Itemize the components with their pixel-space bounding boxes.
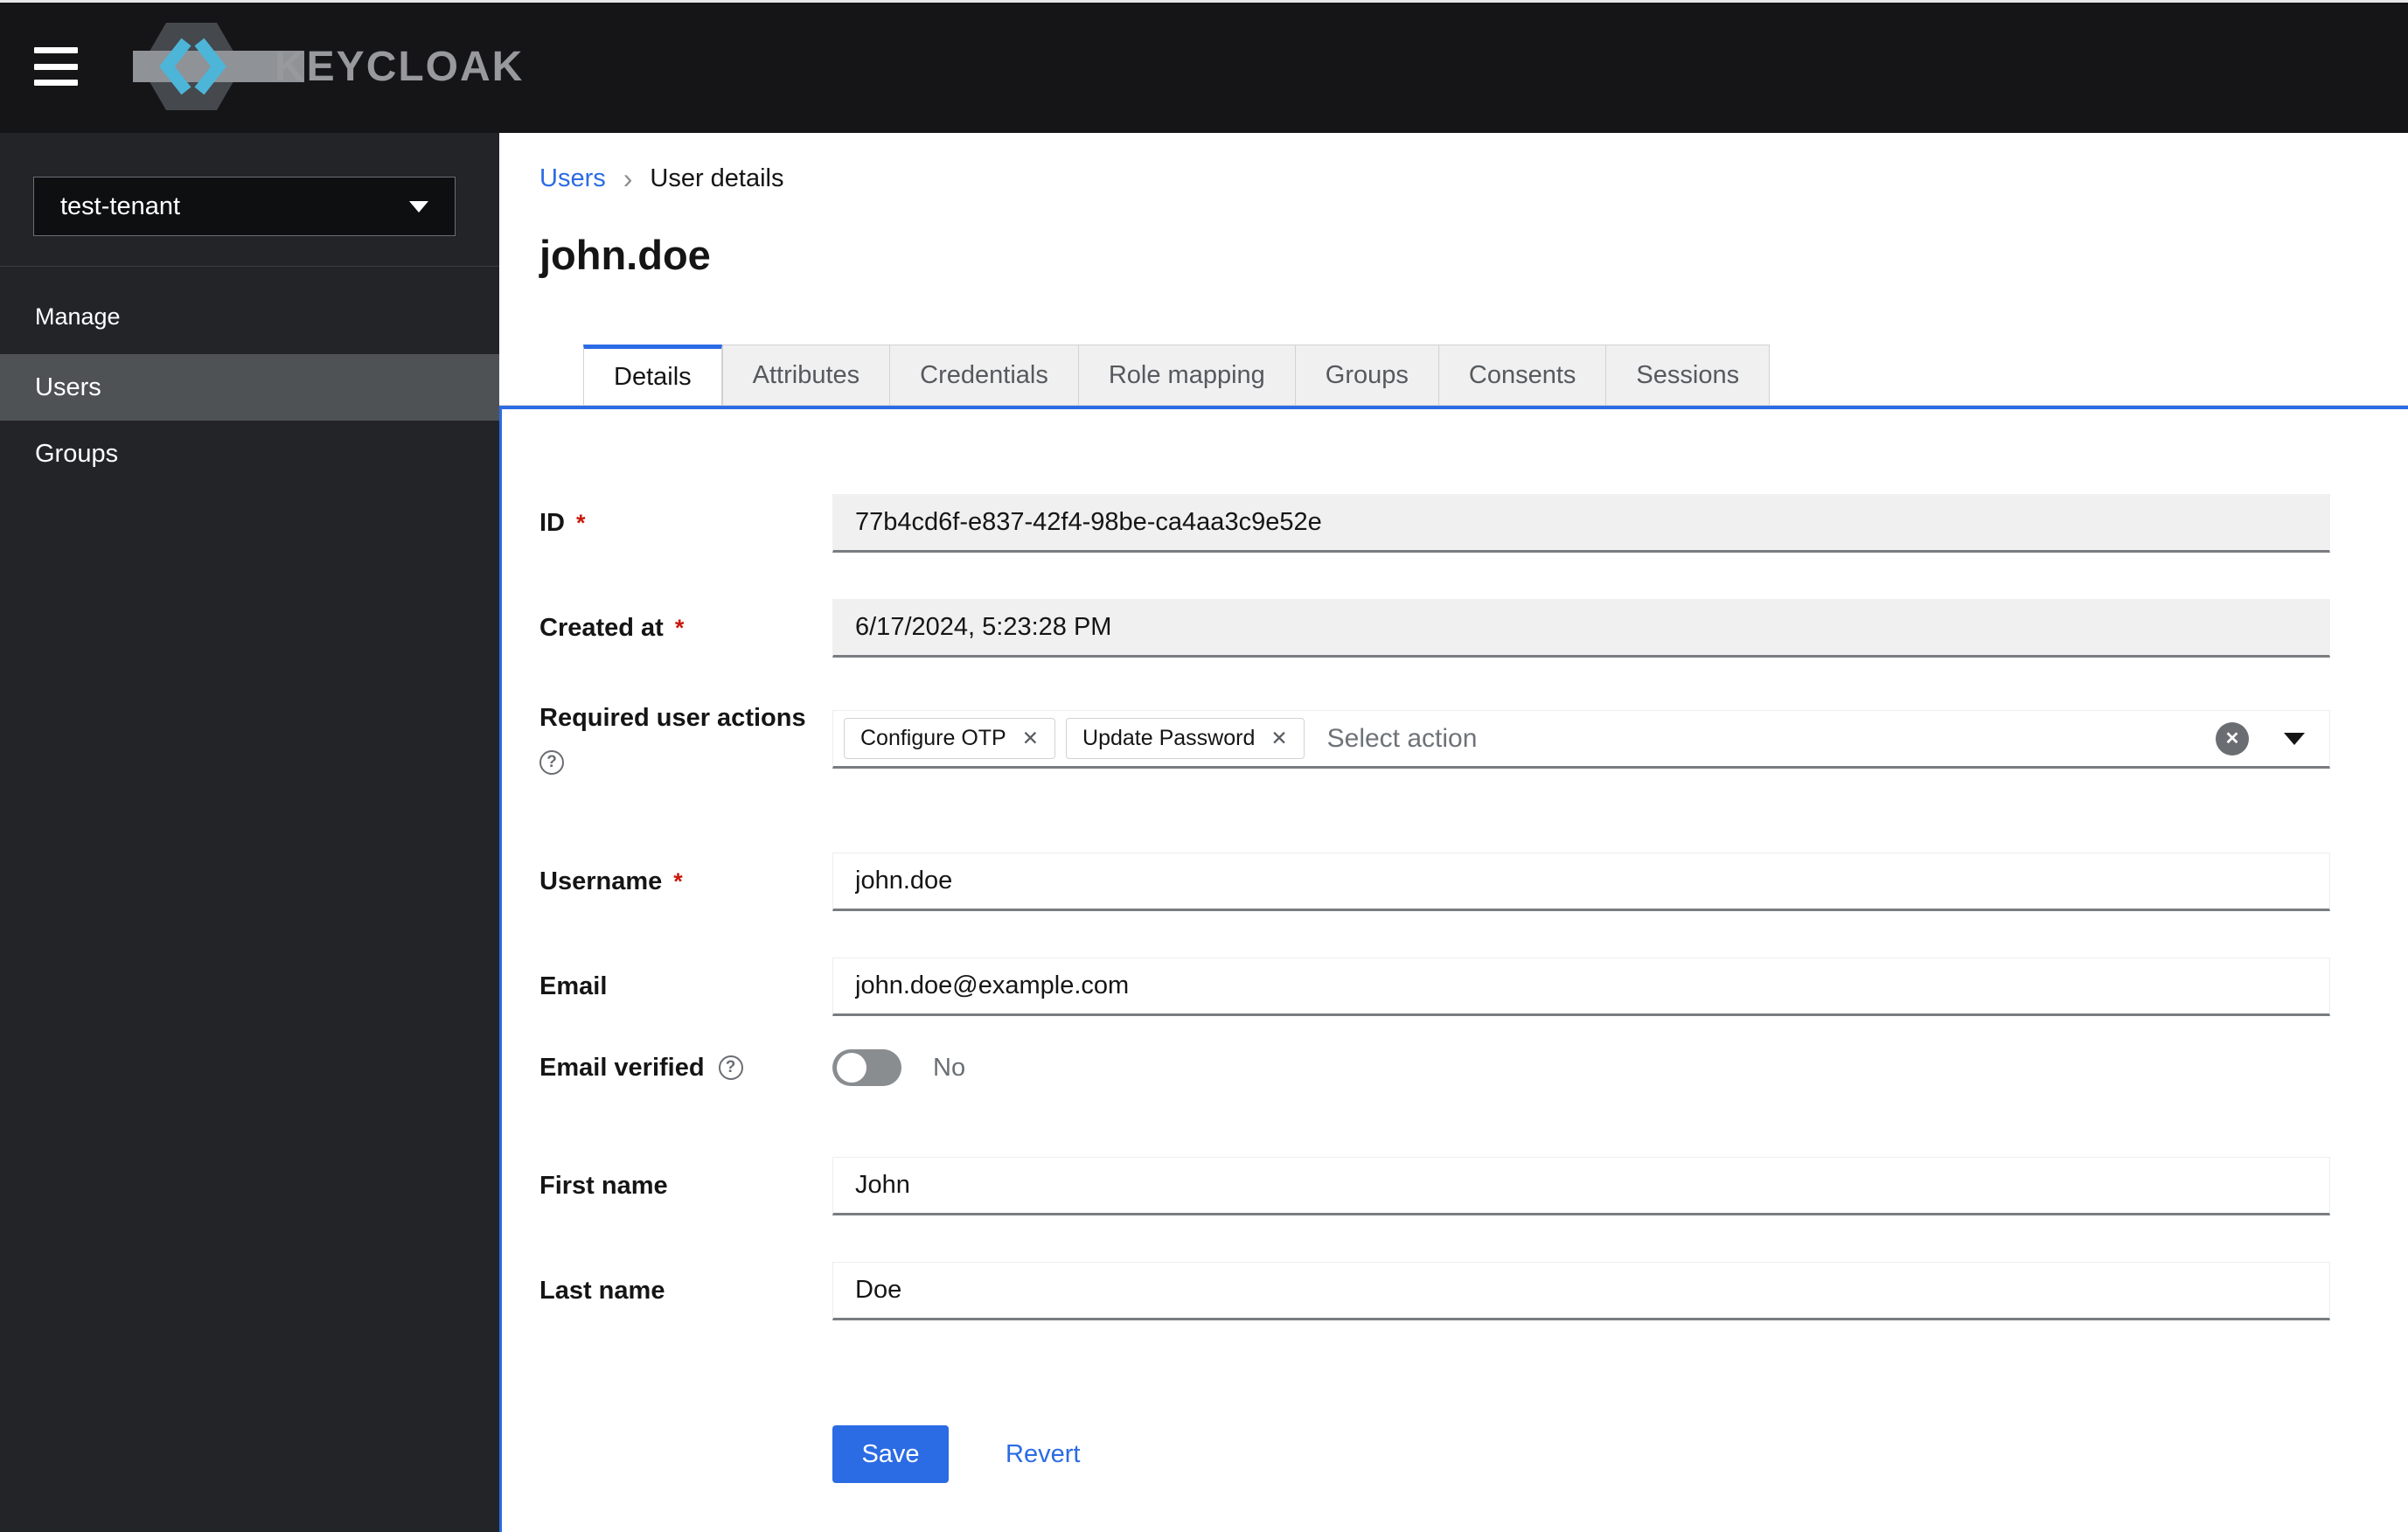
sidebar-item-users[interactable]: Users <box>0 354 499 421</box>
realm-selector[interactable]: test-tenant <box>33 177 456 236</box>
required-user-actions-multiselect[interactable]: Configure OTP ✕ Update Password ✕ Select… <box>832 710 2330 769</box>
first-name-field[interactable] <box>832 1157 2330 1215</box>
tab-credentials[interactable]: Credentials <box>889 345 1078 405</box>
last-name-field[interactable] <box>832 1262 2330 1320</box>
required-user-actions-label: Required user actions ? <box>539 704 832 775</box>
keycloak-admin-screen: KEYCLOAK test-tenant Manage Users Groups… <box>0 0 2408 1532</box>
tab-strip: Details Attributes Credentials Role mapp… <box>499 345 2408 406</box>
chip-close-icon[interactable]: ✕ <box>1022 727 1039 750</box>
email-verified-toggle[interactable] <box>832 1049 901 1086</box>
tab-groups[interactable]: Groups <box>1294 345 1438 405</box>
help-icon[interactable]: ? <box>718 1055 743 1080</box>
id-field <box>832 494 2330 553</box>
required-marker: * <box>673 868 683 895</box>
chevron-down-icon <box>409 200 428 212</box>
created-at-label: Created at * <box>539 614 685 642</box>
sidebar: test-tenant Manage Users Groups <box>0 133 499 1532</box>
keycloak-logo[interactable]: KEYCLOAK <box>121 21 524 112</box>
save-button[interactable]: Save <box>832 1425 949 1483</box>
masthead: KEYCLOAK <box>0 0 2408 133</box>
page-title: john.doe <box>539 232 711 278</box>
main-content: Users › User details john.doe Details At… <box>499 133 2408 1532</box>
chevron-down-icon[interactable] <box>2284 732 2305 745</box>
form-row-required-user-actions: Required user actions ? Configure OTP ✕ … <box>539 704 2330 775</box>
form-row-email: Email <box>539 958 2330 1016</box>
created-at-field <box>832 599 2330 658</box>
hamburger-menu-icon[interactable] <box>34 47 78 86</box>
toggle-knob <box>837 1053 866 1083</box>
required-marker: * <box>576 510 586 536</box>
brand-text: KEYCLOAK <box>275 43 525 90</box>
breadcrumb: Users › User details <box>539 163 2408 194</box>
form-row-first-name: First name <box>539 1157 2330 1215</box>
form-row-email-verified: Email verified ? No <box>539 1049 2330 1086</box>
sidebar-nav: Users Groups <box>0 354 499 487</box>
form-row-created-at: Created at * <box>539 599 2330 658</box>
last-name-label: Last name <box>539 1277 665 1305</box>
page-header: Users › User details john.doe <box>499 133 2408 278</box>
required-marker: * <box>674 615 685 641</box>
email-label: Email <box>539 972 608 1000</box>
form-row-last-name: Last name <box>539 1262 2330 1320</box>
chip-close-icon[interactable]: ✕ <box>1270 727 1287 750</box>
tab-details[interactable]: Details <box>583 345 722 405</box>
form-actions-row: Save Revert <box>539 1425 2330 1483</box>
tab-attributes[interactable]: Attributes <box>721 345 890 405</box>
realm-selector-value: test-tenant <box>60 192 181 220</box>
multiselect-placeholder: Select action <box>1326 723 1478 753</box>
chip-configure-otp: Configure OTP ✕ <box>844 718 1056 759</box>
tab-role-mapping[interactable]: Role mapping <box>1077 345 1295 405</box>
form-row-id: ID * <box>539 494 2330 553</box>
revert-button[interactable]: Revert <box>1006 1440 1080 1469</box>
email-field[interactable] <box>832 958 2330 1016</box>
username-label: Username * <box>539 867 683 895</box>
details-form: ID * Created at * Requ <box>499 406 2408 1532</box>
breadcrumb-current: User details <box>650 164 784 192</box>
email-verified-state: No <box>933 1053 966 1082</box>
help-icon[interactable]: ? <box>539 750 564 775</box>
id-label: ID * <box>539 509 586 537</box>
breadcrumb-users-link[interactable]: Users <box>539 164 606 193</box>
form-row-username: Username * <box>539 853 2330 911</box>
sidebar-item-groups[interactable]: Groups <box>0 421 499 487</box>
chip-update-password: Update Password ✕ <box>1066 718 1305 759</box>
tab-consents[interactable]: Consents <box>1437 345 1606 405</box>
nav-section-label: Manage <box>35 303 121 330</box>
first-name-label: First name <box>539 1172 668 1200</box>
realm-selector-block: test-tenant <box>0 133 499 267</box>
username-field[interactable] <box>832 853 2330 911</box>
breadcrumb-chevron-icon: › <box>623 162 633 194</box>
email-verified-label: Email verified ? <box>539 1054 832 1083</box>
tab-sessions[interactable]: Sessions <box>1605 345 1771 405</box>
clear-all-icon[interactable]: ✕ <box>2216 721 2249 756</box>
